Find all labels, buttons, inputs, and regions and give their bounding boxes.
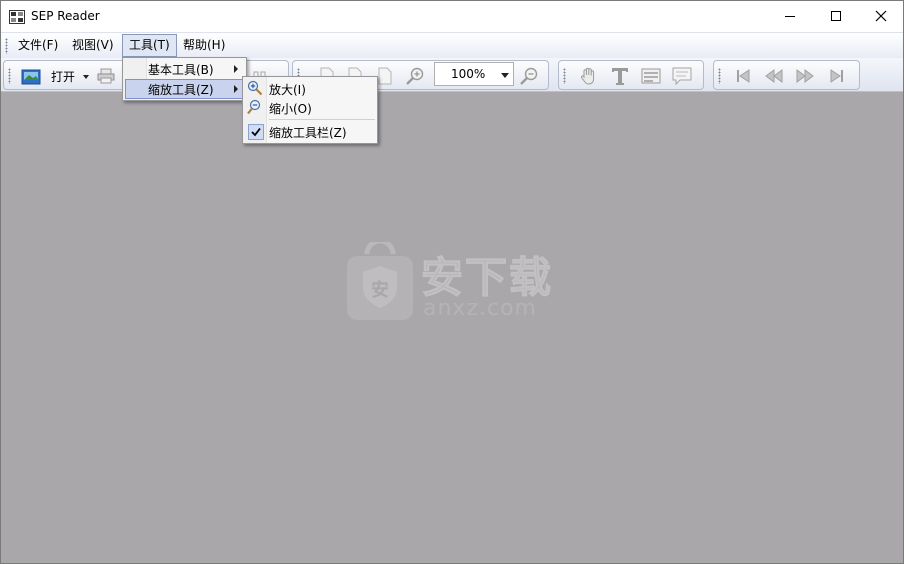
menu-item-label: 缩放工具栏(Z) [269,126,347,140]
print-icon[interactable] [96,66,116,86]
watermark: 安 安下载 anxz.com [345,238,560,322]
menu-item-label: 基本工具(B) [148,63,214,77]
app-icon [9,9,25,25]
close-button[interactable] [858,1,903,31]
hand-icon[interactable] [579,66,599,86]
checkmark-icon [248,124,264,140]
menu-item-zoom-in[interactable]: 放大(I) [245,79,375,99]
menu-bar: 文件(F) 视图(V) 工具(T) 帮助(H) [1,32,903,58]
toolbar-grip[interactable] [563,68,566,84]
maximize-button[interactable] [813,1,859,31]
submenu-arrow-icon [234,65,238,73]
page-icon[interactable] [375,66,395,86]
open-button-label[interactable]: 打开 [51,68,75,85]
zoom-combobox[interactable]: 100% [434,62,514,86]
navigation-toolbar [713,60,860,90]
comment-icon[interactable] [672,66,692,86]
toolbar-grip[interactable] [8,68,11,84]
window-title: SEP Reader [31,9,100,23]
zoom-out-icon [247,99,263,115]
zoom-in-icon [247,80,263,96]
menu-item-label: 缩放工具(Z) [148,83,214,97]
menu-tools[interactable]: 工具(T) [122,34,177,57]
title-bar[interactable]: SEP Reader [1,1,903,32]
tools-menu: 基本工具(B) 缩放工具(Z) [122,57,247,101]
submenu-arrow-icon [234,85,238,93]
menu-item-zoom-toolbar[interactable]: 缩放工具栏(Z) [245,122,375,142]
open-dropdown-icon[interactable] [83,75,89,79]
snapshot-icon[interactable] [641,66,661,86]
first-page-icon[interactable] [733,66,753,86]
app-window: SEP Reader 文件(F) 视图(V) 工具(T) 帮助(H) 打开 10… [0,0,904,564]
zoom-out-icon[interactable] [519,66,539,86]
svg-text:安: 安 [371,279,389,301]
zoom-in-icon[interactable] [405,66,425,86]
tools-toolbar [558,60,704,90]
toolbar-grip[interactable] [718,68,721,84]
next-page-icon[interactable] [795,66,815,86]
menu-view[interactable]: 视图(V) [66,34,120,57]
menubar-grip[interactable] [5,38,8,54]
menu-separator [269,119,375,120]
menu-item-label: 缩小(O) [269,102,312,116]
zoom-dropdown-icon[interactable] [501,73,509,78]
zoom-submenu: 放大(I) 缩小(O) 缩放工具栏(Z) [242,76,378,144]
minimize-button[interactable] [767,1,813,31]
watermark-shield-icon: 安 [347,238,413,320]
text-select-icon[interactable] [610,66,630,86]
document-area[interactable]: 安 安下载 anxz.com [1,92,903,563]
prev-page-icon[interactable] [764,66,784,86]
menu-item-label: 放大(I) [269,83,306,97]
menu-help[interactable]: 帮助(H) [177,34,231,57]
zoom-value[interactable]: 100% [451,67,485,81]
menu-item-zoom-out[interactable]: 缩小(O) [245,98,375,118]
menu-file[interactable]: 文件(F) [12,34,64,57]
menu-item-basic-tools[interactable]: 基本工具(B) [125,59,244,79]
last-page-icon[interactable] [827,66,847,86]
menu-item-zoom-tools[interactable]: 缩放工具(Z) [125,79,245,99]
open-icon[interactable] [21,66,41,86]
watermark-text-en: anxz.com [423,296,537,321]
